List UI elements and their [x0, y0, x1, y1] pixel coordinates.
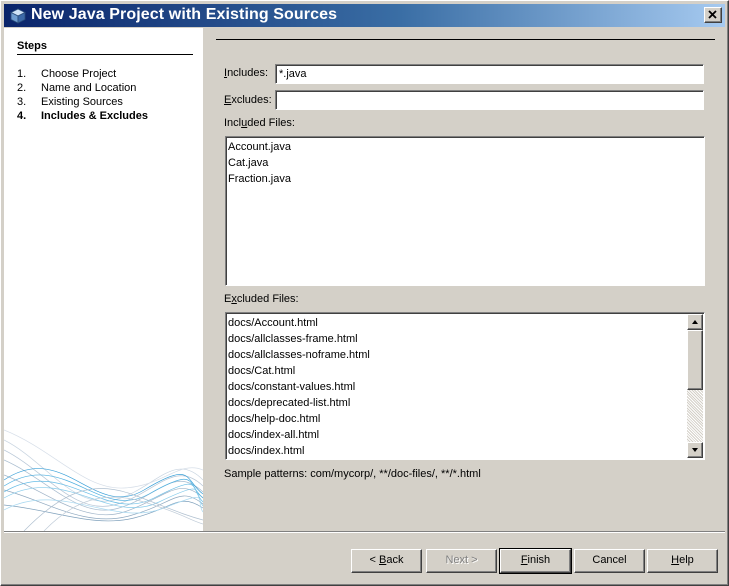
list-item[interactable]: Account.java — [228, 139, 291, 155]
steps-panel: Steps 1. Choose Project 2. Name and Locati… — [4, 28, 203, 531]
excludes-input[interactable] — [275, 90, 704, 110]
scroll-thumb[interactable] — [687, 330, 703, 390]
close-button[interactable] — [704, 7, 722, 23]
finish-button[interactable]: Finish — [499, 548, 572, 574]
includes-label: Includes: — [224, 67, 269, 79]
list-item[interactable]: docs/help-doc.html — [228, 411, 370, 427]
list-item[interactable]: docs/index-all.html — [228, 427, 370, 443]
steps-divider — [17, 54, 193, 55]
title-bar[interactable]: New Java Project with Existing Sources — [4, 4, 725, 27]
arrow-down-icon — [692, 448, 698, 452]
close-icon — [708, 10, 717, 19]
excludes-label: Excludes: — [224, 94, 272, 106]
list-item[interactable]: docs/deprecated-list.html — [228, 395, 370, 411]
sample-patterns-text: Sample patterns: com/mycorp/, **/doc-fil… — [224, 468, 481, 480]
excluded-files-list[interactable]: docs/Account.html docs/allclasses-frame.… — [225, 312, 705, 460]
included-files-list[interactable]: Account.java Cat.java Fraction.java — [225, 136, 705, 286]
step-item-current: 4. Includes & Excludes — [17, 110, 148, 122]
list-item[interactable]: docs/Cat.html — [228, 363, 370, 379]
list-item[interactable]: docs/allclasses-frame.html — [228, 331, 370, 347]
next-button[interactable]: Next > — [426, 549, 497, 573]
list-item[interactable]: docs/constant-values.html — [228, 379, 370, 395]
list-item[interactable]: docs/Account.html — [228, 315, 370, 331]
step-item: 1. Choose Project — [17, 68, 117, 80]
scroll-up-button[interactable] — [687, 314, 703, 330]
step-item: 2. Name and Location — [17, 82, 137, 94]
button-bar-divider — [4, 531, 725, 533]
java-project-cube-icon — [10, 8, 26, 24]
list-item[interactable]: Cat.java — [228, 155, 291, 171]
decorative-waves-image — [4, 429, 203, 531]
dialog-content: Steps 1. Choose Project 2. Name and Locati… — [4, 28, 725, 583]
window-title: New Java Project with Existing Sources — [31, 6, 338, 23]
list-item[interactable]: docs/allclasses-noframe.html — [228, 347, 370, 363]
help-button[interactable]: Help — [647, 549, 718, 573]
steps-list: 1. Choose Project 2. Name and Location 3. E… — [17, 67, 148, 123]
step-item: 3. Existing Sources — [17, 96, 123, 108]
steps-title: Steps — [17, 40, 47, 52]
cancel-button[interactable]: Cancel — [574, 549, 645, 573]
back-button[interactable]: < Back — [351, 549, 422, 573]
header-divider — [216, 39, 715, 40]
list-item[interactable]: docs/index.html — [228, 443, 370, 459]
excluded-files-scrollbar[interactable] — [687, 314, 703, 458]
arrow-up-icon — [692, 320, 698, 324]
list-item[interactable]: Fraction.java — [228, 171, 291, 187]
scroll-down-button[interactable] — [687, 442, 703, 458]
excluded-files-label: Excluded Files: — [224, 293, 299, 305]
included-files-label: Included Files: — [224, 117, 295, 129]
includes-input[interactable] — [275, 64, 704, 84]
dialog-window: New Java Project with Existing Sources S… — [0, 0, 729, 586]
